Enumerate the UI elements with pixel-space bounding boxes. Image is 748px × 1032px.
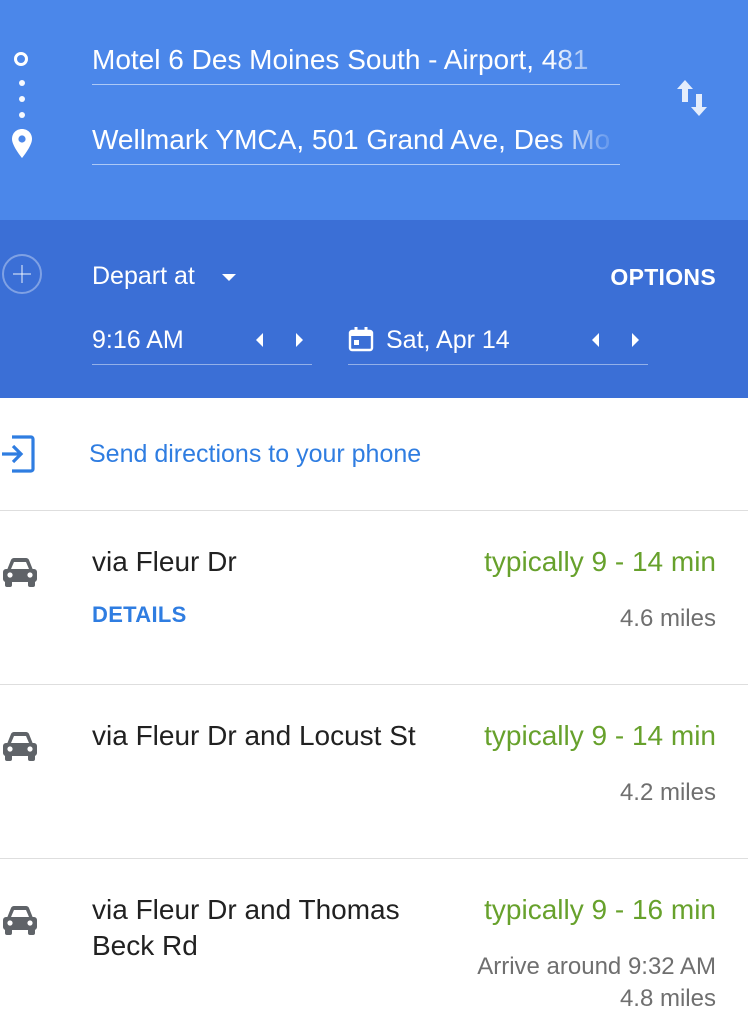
date-next-arrow-icon[interactable] xyxy=(632,333,639,347)
date-value: Sat, Apr 14 xyxy=(386,326,510,354)
route-duration: typically 9 - 16 min xyxy=(484,894,716,925)
destination-input[interactable]: Wellmark YMCA, 501 Grand Ave, Des Mo xyxy=(92,120,620,165)
calendar-icon xyxy=(348,327,374,352)
chevron-down-icon[interactable] xyxy=(222,274,236,281)
directions-header: Motel 6 Des Moines South - Airport, 481 … xyxy=(0,0,748,220)
send-to-phone-icon xyxy=(2,435,35,473)
route-option[interactable]: via Fleur Dr typically 9 - 14 min DETAIL… xyxy=(0,512,748,685)
route-option[interactable]: via Fleur Dr and Thomas Beck Rd typicall… xyxy=(0,860,748,1032)
route-option[interactable]: via Fleur Dr and Locust St typically 9 -… xyxy=(0,686,748,859)
departure-options-bar: Depart at OPTIONS 9:16 AM Sat, Apr 14 xyxy=(0,220,748,398)
route-distance: 4.8 miles xyxy=(619,985,716,1012)
route-distance: 4.2 miles xyxy=(619,779,716,806)
swap-arrows-icon[interactable] xyxy=(672,76,712,120)
date-prev-arrow-icon[interactable] xyxy=(592,333,599,347)
route-via-text: via Fleur Dr and Locust St xyxy=(92,720,416,751)
route-arrival-time: Arrive around 9:32 AM xyxy=(477,953,716,980)
date-picker[interactable]: Sat, Apr 14 xyxy=(348,320,648,365)
send-directions-link[interactable]: Send directions to your phone xyxy=(89,438,421,470)
origin-input[interactable]: Motel 6 Des Moines South - Airport, 481 xyxy=(92,40,620,85)
time-value: 9:16 AM xyxy=(92,326,184,354)
details-button[interactable]: DETAILS xyxy=(92,600,187,630)
route-trail-dot xyxy=(19,80,25,86)
depart-at-dropdown[interactable]: Depart at xyxy=(92,260,195,292)
time-next-arrow-icon[interactable] xyxy=(296,333,303,347)
route-trail-dot xyxy=(19,112,25,118)
car-icon xyxy=(3,558,37,587)
time-prev-arrow-icon[interactable] xyxy=(256,333,263,347)
depart-at-label: Depart at xyxy=(92,262,195,290)
car-icon xyxy=(3,732,37,761)
route-via-text: via Fleur Dr xyxy=(92,546,237,577)
route-distance: 4.6 miles xyxy=(619,605,716,632)
route-duration: typically 9 - 14 min xyxy=(484,546,716,577)
destination-text: Wellmark YMCA, 501 Grand Ave, Des Mo xyxy=(92,124,611,155)
route-duration: typically 9 - 14 min xyxy=(484,720,716,751)
origin-dot-icon xyxy=(14,52,28,66)
route-via-text: via Fleur Dr and Thomas Beck Rd xyxy=(92,894,400,961)
destination-pin-icon xyxy=(12,129,32,158)
car-icon xyxy=(3,906,37,935)
time-picker[interactable]: 9:16 AM xyxy=(92,320,312,365)
send-directions-row[interactable]: Send directions to your phone xyxy=(0,398,748,511)
origin-text: Motel 6 Des Moines South - Airport, 481 xyxy=(92,44,589,75)
options-button[interactable]: OPTIONS xyxy=(610,262,716,292)
route-trail-dot xyxy=(19,96,25,102)
add-destination-icon[interactable] xyxy=(2,254,42,294)
